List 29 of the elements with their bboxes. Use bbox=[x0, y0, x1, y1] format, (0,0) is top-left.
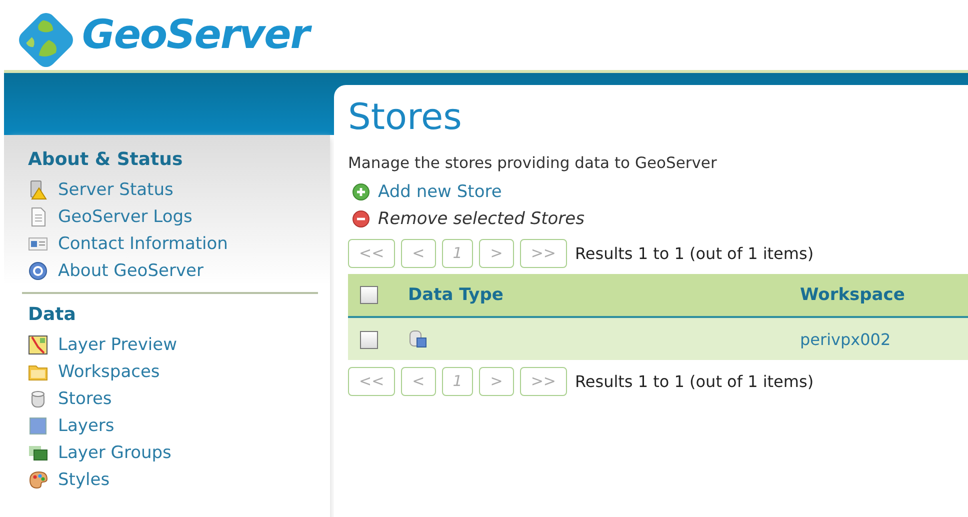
page-title: Stores bbox=[348, 97, 463, 138]
logo-title: GeoServer bbox=[82, 12, 310, 58]
sidebar-link[interactable]: About GeoServer bbox=[28, 257, 318, 284]
row-checkbox[interactable] bbox=[360, 330, 378, 349]
add-icon bbox=[352, 182, 370, 200]
section-title: Data bbox=[28, 304, 77, 325]
sidebar-link[interactable]: Contact Information bbox=[28, 230, 318, 257]
sidebar-link[interactable]: Server Status bbox=[28, 176, 318, 203]
map-icon bbox=[28, 334, 48, 354]
column-header[interactable]: Data Type bbox=[408, 285, 504, 305]
remove-icon bbox=[352, 210, 370, 228]
section-title: About & Status bbox=[28, 149, 184, 170]
results-summary: Results 1 to 1 (out of 1 items) bbox=[574, 372, 814, 390]
sidebar-link[interactable]: Workspaces bbox=[28, 358, 318, 385]
palette-icon bbox=[28, 470, 48, 490]
page-description: Manage the stores providing data to GeoServer bbox=[348, 154, 718, 172]
sidebar-link[interactable]: Layer Preview bbox=[28, 331, 318, 358]
sidebar-link[interactable]: Stores bbox=[28, 385, 318, 412]
help-icon bbox=[28, 260, 48, 280]
sidebar-link[interactable]: Styles bbox=[28, 466, 318, 493]
layer-icon bbox=[28, 416, 48, 436]
server-warning-icon bbox=[28, 180, 48, 200]
action-link[interactable]: Add new Store bbox=[348, 178, 968, 205]
select-all-checkbox[interactable] bbox=[360, 286, 378, 304]
results-summary: Results 1 to 1 (out of 1 items) bbox=[574, 244, 814, 262]
store-type-icon bbox=[408, 329, 428, 350]
sidebar-link[interactable]: Layers bbox=[28, 412, 318, 439]
sidebar-link[interactable]: GeoServer Logs bbox=[28, 203, 318, 230]
sidebar-link[interactable]: Layer Groups bbox=[28, 439, 318, 466]
